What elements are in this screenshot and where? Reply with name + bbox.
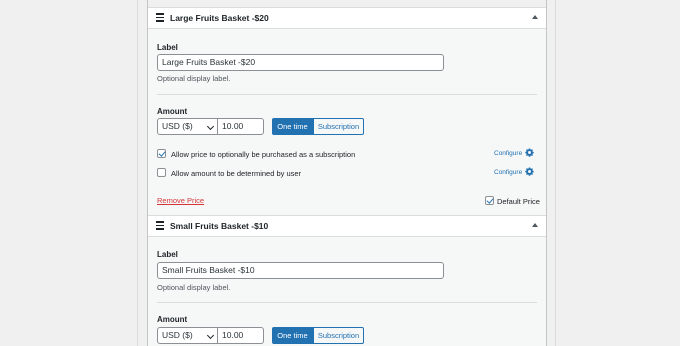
one-time-button[interactable]: One time [272, 327, 313, 344]
label-help-text: Optional display label. [157, 283, 231, 292]
gear-icon[interactable] [525, 167, 534, 176]
allow-subscription-checkbox[interactable] [157, 149, 166, 158]
label-input[interactable]: Large Fruits Basket -$20 [157, 54, 444, 71]
amount-input[interactable]: 10.00 [218, 118, 264, 135]
gear-icon[interactable] [525, 148, 534, 157]
price-row-header[interactable]: Large Fruits Basket -$20 [148, 7, 546, 29]
label-heading: Label [157, 250, 178, 259]
configure-subscription-link[interactable]: Configure [494, 150, 522, 157]
amount-heading: Amount [157, 315, 188, 324]
default-price-checkbox[interactable] [485, 196, 494, 205]
price-row-header[interactable]: Small Fruits Basket -$10 [148, 215, 546, 237]
chevron-down-icon [206, 122, 215, 131]
label-input[interactable]: Small Fruits Basket -$10 [157, 262, 444, 279]
currency-select[interactable]: USD ($) [157, 118, 218, 135]
label-heading: Label [157, 43, 178, 52]
configure-user-amount-link[interactable]: Configure [494, 169, 522, 176]
content-left-border [137, 0, 138, 346]
amount-input[interactable]: 10.00 [218, 327, 264, 344]
currency-value: USD ($) [162, 121, 193, 131]
collapse-caret-icon[interactable] [532, 15, 538, 19]
divider [157, 302, 537, 303]
default-price-label: Default Price [497, 197, 540, 206]
subscription-button[interactable]: Subscription [313, 327, 364, 344]
currency-value: USD ($) [162, 330, 193, 340]
prices-panel: Large Fruits Basket -$20 Label Large Fru… [147, 0, 547, 346]
label-help-text: Optional display label. [157, 74, 231, 83]
user-amount-checkbox[interactable] [157, 168, 166, 177]
price-title: Small Fruits Basket -$10 [170, 221, 269, 231]
one-time-button[interactable]: One time [272, 118, 313, 135]
remove-price-link[interactable]: Remove Price [157, 196, 204, 205]
chevron-down-icon [206, 331, 215, 340]
amount-heading: Amount [157, 107, 188, 116]
divider [157, 94, 537, 95]
currency-select[interactable]: USD ($) [157, 327, 218, 344]
user-amount-label: Allow amount to be determined by user [171, 169, 302, 178]
drag-handle-icon[interactable] [156, 13, 164, 24]
allow-subscription-label: Allow price to optionally be purchased a… [171, 150, 356, 159]
content-right-border [555, 0, 556, 346]
drag-handle-icon[interactable] [156, 221, 164, 232]
collapse-caret-icon[interactable] [532, 223, 538, 227]
price-title: Large Fruits Basket -$20 [170, 13, 269, 23]
subscription-button[interactable]: Subscription [313, 118, 364, 135]
